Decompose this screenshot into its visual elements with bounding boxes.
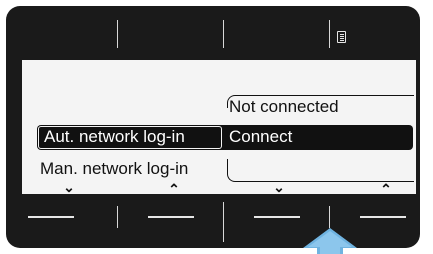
status-value: Not connected bbox=[229, 97, 339, 116]
pointer-arrow-icon bbox=[303, 228, 357, 254]
chevron-up-icon[interactable]: ⌃ bbox=[167, 182, 181, 196]
chevron-down-icon[interactable]: ⌄ bbox=[62, 180, 76, 194]
chevron-up-icon[interactable]: ⌃ bbox=[379, 182, 393, 196]
selected-option-label: Aut. network log-in bbox=[44, 127, 185, 146]
softkey-underline bbox=[28, 216, 74, 218]
bottom-separator bbox=[329, 206, 330, 228]
bottom-separator bbox=[117, 206, 118, 228]
softkey-underline bbox=[360, 216, 406, 218]
selected-row[interactable]: Aut. network log-in Connect bbox=[37, 125, 413, 150]
display-screen: Not connected Aut. network log-in Connec… bbox=[22, 60, 416, 196]
softkey-underline bbox=[148, 216, 194, 218]
bottom-separator bbox=[223, 202, 224, 242]
menu-icon[interactable] bbox=[337, 31, 346, 43]
softkey-underline bbox=[254, 216, 300, 218]
value-bracket-bottom bbox=[227, 159, 414, 182]
top-separator bbox=[223, 20, 224, 48]
option-manual-network-login[interactable]: Man. network log-in bbox=[40, 159, 188, 179]
top-separator bbox=[329, 20, 330, 48]
device-panel: Not connected Aut. network log-in Connec… bbox=[6, 6, 420, 248]
chevron-down-icon[interactable]: ⌄ bbox=[272, 180, 286, 194]
connect-action[interactable]: Connect bbox=[229, 127, 292, 147]
top-separator bbox=[117, 20, 118, 48]
top-bar bbox=[6, 6, 420, 60]
